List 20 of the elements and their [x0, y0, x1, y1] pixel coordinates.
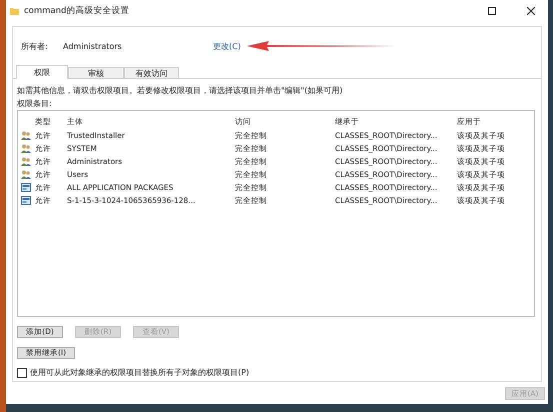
- users-icon: [21, 157, 31, 166]
- tab[interactable]: 审核: [68, 67, 124, 78]
- change-link[interactable]: 更改(C): [213, 40, 241, 52]
- tab[interactable]: 权限: [16, 65, 68, 79]
- users-icon: [21, 170, 31, 179]
- users-icon: [21, 131, 31, 140]
- checkbox[interactable]: [17, 368, 27, 378]
- info-text: 如需其他信息，请双击权限项目。若要修改权限项目，请选择该项目并单击"编辑"(如果可用): [17, 85, 344, 97]
- owner-value: Administrators: [63, 42, 123, 50]
- users-icon: [21, 144, 31, 153]
- folder-icon: [10, 7, 19, 15]
- close-icon: [527, 7, 535, 15]
- checkbox-label: 使用可从此对象继承的权限项目替换所有子对象的权限项目(P): [30, 367, 250, 378]
- app-package-icon: [21, 183, 31, 192]
- owner-label: 所有者:: [21, 40, 49, 52]
- window-title: command的高级安全设置: [24, 5, 130, 17]
- app-package-icon: [21, 196, 31, 205]
- entries-label: 权限条目:: [17, 98, 53, 110]
- tab[interactable]: 有效访问: [124, 67, 179, 78]
- maximize-icon: [488, 7, 496, 15]
